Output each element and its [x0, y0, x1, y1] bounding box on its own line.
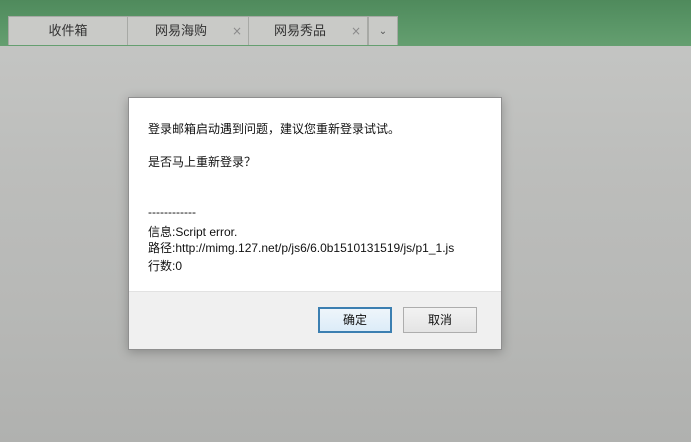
chevron-down-icon: ⌄ [378, 26, 388, 37]
tab-inbox[interactable]: 收件箱 [8, 16, 128, 45]
dialog-question: 是否马上重新登录？ [148, 155, 257, 169]
mail-page-background: 收件箱 网易海购 × 网易秀品 × ⌄ 登录邮箱启动遇到问题，建议您重新登录试试… [0, 0, 691, 442]
dialog-body: 登录邮箱启动遇到问题，建议您重新登录试试。 是否马上重新登录？ --------… [129, 98, 501, 291]
dialog-message: 登录邮箱启动遇到问题，建议您重新登录试试。 [148, 122, 401, 136]
dialog-separator: ------------ [148, 205, 196, 219]
error-dialog: 登录邮箱启动遇到问题，建议您重新登录试试。 是否马上重新登录？ --------… [128, 97, 502, 350]
error-line-text: 行数:0 [148, 259, 183, 273]
dialog-footer: 确定 取消 [129, 291, 501, 349]
tab-haigou[interactable]: 网易海购 × [127, 16, 249, 45]
cancel-button[interactable]: 取消 [403, 307, 477, 333]
error-info-text: 信息:Script error. [148, 225, 238, 239]
tab-strip: 收件箱 网易海购 × 网易秀品 × ⌄ [0, 16, 400, 46]
ok-button[interactable]: 确定 [318, 307, 392, 333]
close-icon[interactable]: × [351, 17, 361, 46]
close-icon[interactable]: × [232, 17, 242, 46]
error-path-text: 路径:http://mimg.127.net/p/js6/6.0b1510131… [148, 241, 455, 255]
tab-xiupin[interactable]: 网易秀品 × [248, 16, 368, 45]
tab-xiupin-label: 网易秀品 [273, 24, 326, 39]
tab-inbox-label: 收件箱 [48, 24, 88, 39]
tab-more-button[interactable]: ⌄ [368, 16, 398, 45]
tab-haigou-label: 网易海购 [154, 24, 207, 39]
